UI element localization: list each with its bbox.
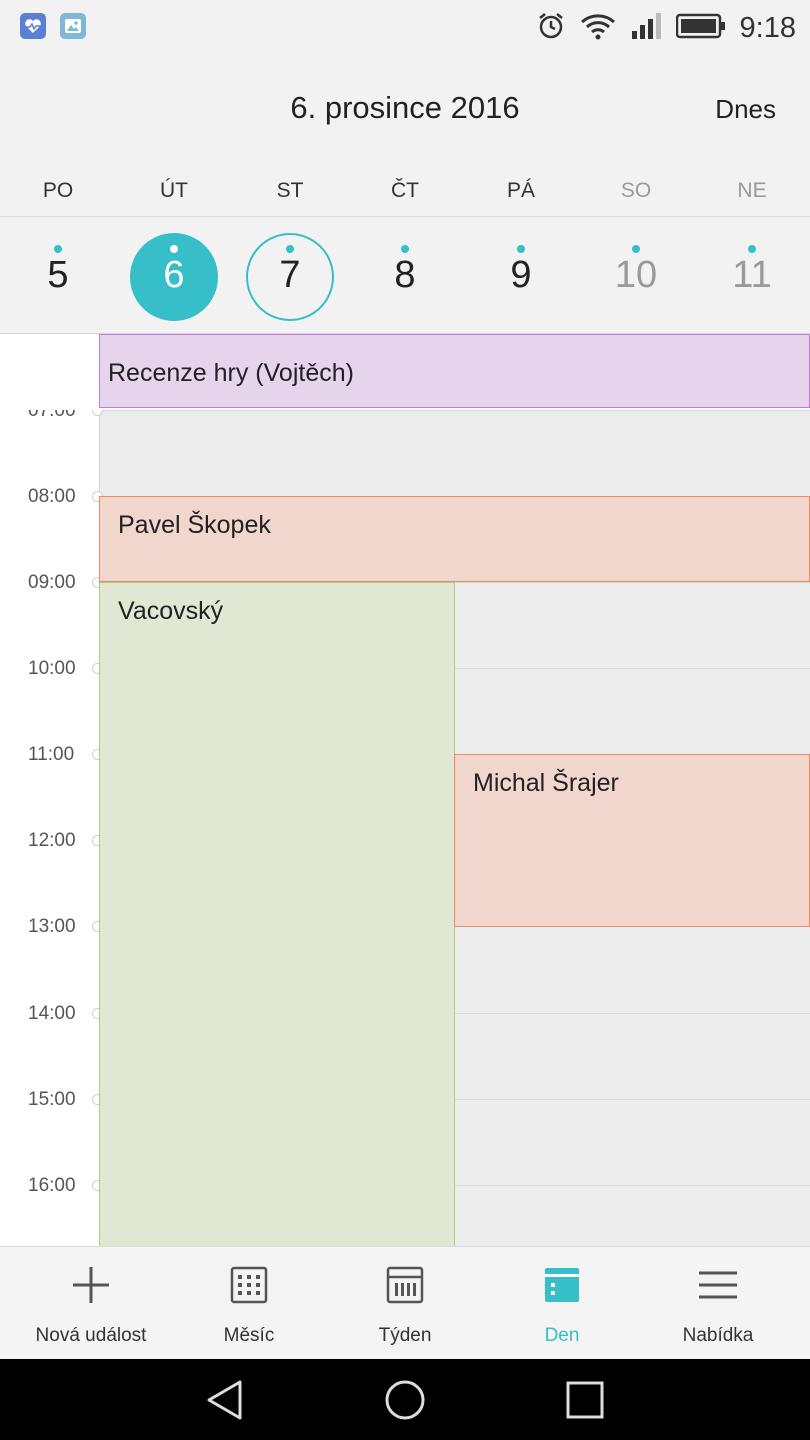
- hour-gutter: [0, 410, 99, 1246]
- date-cell[interactable]: 9: [463, 217, 579, 333]
- date-number: 7: [279, 254, 301, 296]
- weekday-label: SO: [620, 179, 652, 202]
- weekday-label: NE: [737, 179, 767, 202]
- battery-icon: [675, 12, 726, 45]
- weekday-label: PO: [42, 179, 74, 202]
- hour-label: 13:00: [28, 916, 76, 937]
- hour-label: 09:00: [28, 572, 76, 593]
- hour-label: 16:00: [28, 1175, 76, 1196]
- event-title: Recenze hry (Vojtěch): [108, 359, 354, 387]
- event-indicator-dot: [401, 245, 409, 253]
- date-number: 8: [394, 254, 416, 296]
- week-calendar-icon: [386, 1266, 424, 1304]
- date-cell[interactable]: 10: [578, 217, 694, 333]
- recents-icon[interactable]: [564, 1379, 606, 1421]
- menu-icon: [699, 1271, 737, 1299]
- hour-label: 12:00: [28, 830, 76, 851]
- calendar-header: 6. prosince 2016 Dnes: [0, 56, 810, 163]
- event-indicator-dot: [632, 245, 640, 253]
- hour-label: 07:00: [28, 410, 76, 421]
- date-number: 10: [614, 254, 658, 296]
- date-cell[interactable]: 8: [347, 217, 463, 333]
- all-day-event[interactable]: Recenze hry (Vojtěch): [99, 334, 810, 408]
- nav-label: Týden: [378, 1325, 432, 1346]
- event-title: Michal Šrajer: [473, 769, 619, 797]
- bottom-navigation: Nová událost Měsíc Týden Den Nabídka: [0, 1246, 810, 1360]
- alarm-icon: [536, 11, 566, 46]
- all-day-events-row: Recenze hry (Vojtěch): [0, 334, 810, 410]
- weekday-header-row: PO ÚT ST ČT PÁ SO NE: [0, 162, 810, 217]
- week-view-button[interactable]: Týden: [324, 1247, 486, 1360]
- event-block[interactable]: Vacovský: [99, 582, 455, 1246]
- weekday-label: ST: [276, 179, 304, 202]
- event-indicator-dot: [517, 245, 525, 253]
- hour-label: 14:00: [28, 1003, 76, 1024]
- event-indicator-dot: [54, 245, 62, 253]
- home-icon[interactable]: [384, 1379, 426, 1421]
- event-title: Vacovský: [118, 597, 224, 625]
- weekday-label: ČT: [391, 179, 419, 202]
- event-block[interactable]: Pavel Škopek: [99, 496, 810, 582]
- month-view-button[interactable]: Měsíc: [168, 1247, 330, 1360]
- date-number: 6: [163, 254, 185, 296]
- event-indicator-dot: [748, 245, 756, 253]
- hour-label: 11:00: [28, 744, 75, 765]
- nav-label: Nová událost: [35, 1325, 147, 1346]
- nav-label: Měsíc: [223, 1325, 275, 1346]
- menu-button[interactable]: Nabídka: [637, 1247, 799, 1360]
- week-date-strip: 5 6 7 8 9 10 11: [0, 217, 810, 334]
- date-number: 5: [47, 254, 69, 296]
- health-app-icon: [20, 13, 46, 39]
- new-event-button[interactable]: Nová událost: [10, 1247, 172, 1360]
- page-title[interactable]: 6. prosince 2016: [0, 90, 810, 126]
- today-button[interactable]: Dnes: [715, 94, 776, 125]
- wifi-icon: [580, 11, 616, 46]
- date-cell[interactable]: 11: [694, 217, 810, 333]
- date-cell-today[interactable]: 7: [232, 217, 348, 333]
- event-indicator-dot: [170, 245, 178, 253]
- plus-icon: [73, 1267, 109, 1303]
- event-title: Pavel Škopek: [118, 511, 271, 539]
- day-timeline[interactable]: 07:00 08:00 09:00 10:00 11:00 12:00 13:0…: [0, 410, 810, 1246]
- back-icon[interactable]: [204, 1379, 246, 1421]
- nav-label: Nabídka: [682, 1325, 754, 1346]
- hour-label: 10:00: [28, 658, 76, 679]
- weekday-label: ÚT: [160, 179, 188, 202]
- date-cell-selected[interactable]: 6: [116, 217, 232, 333]
- day-view-button[interactable]: Den: [481, 1247, 643, 1360]
- month-grid-icon: [230, 1266, 268, 1304]
- clock: 9:18: [739, 11, 796, 44]
- signal-icon: [630, 11, 662, 46]
- hour-line: [99, 410, 810, 411]
- date-number: 11: [732, 254, 772, 296]
- date-cell[interactable]: 5: [0, 217, 116, 333]
- day-calendar-icon: [545, 1268, 579, 1302]
- date-number: 9: [510, 254, 532, 296]
- system-navigation-bar: [0, 1359, 810, 1440]
- weekday-label: PÁ: [506, 179, 535, 202]
- gallery-app-icon: [60, 13, 86, 39]
- nav-label: Den: [544, 1325, 580, 1346]
- event-indicator-dot: [286, 245, 294, 253]
- event-block[interactable]: Michal Šrajer: [454, 754, 810, 927]
- hour-label: 15:00: [28, 1089, 76, 1110]
- status-bar: 9:18: [0, 0, 810, 56]
- hour-label: 08:00: [28, 486, 76, 507]
